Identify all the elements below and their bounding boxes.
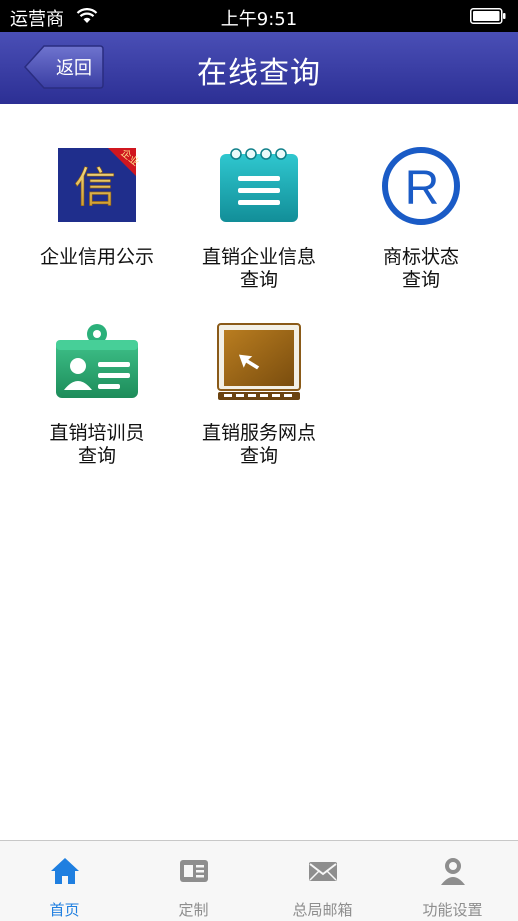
status-bar: 运营商 上午9:51 (0, 0, 518, 32)
tab-label: 功能设置 (422, 901, 483, 919)
user-settings-icon (440, 858, 465, 885)
tab-mailbox[interactable]: 总局邮箱 (258, 841, 387, 921)
page-title: 在线查询 (197, 56, 321, 91)
credit-badge-icon: 企业 信 (58, 146, 142, 222)
grid-item-trademark[interactable]: R 商标状态 查询 (336, 146, 506, 292)
credit-glyph: 信 (74, 163, 116, 212)
id-badge-icon (56, 324, 138, 398)
home-icon (50, 858, 79, 884)
tab-bar: 首页 定制 总局邮箱 功能设置 (0, 840, 518, 921)
tab-label: 总局邮箱 (292, 901, 353, 919)
tab-label: 定制 (178, 901, 209, 919)
grid-item-label: 商标状态 查询 (382, 246, 459, 291)
clock: 上午9:51 (220, 9, 298, 30)
battery-icon (470, 8, 506, 24)
tab-settings[interactable]: 功能设置 (388, 841, 517, 921)
mail-icon (308, 862, 337, 881)
grid-item-enterprise-info[interactable]: 直销企业信息 查询 (174, 146, 344, 292)
registered-glyph: R (405, 162, 440, 215)
registered-mark-icon: R (382, 147, 460, 225)
grid-item-service-outlets[interactable]: 直销服务网点 查询 (174, 322, 344, 468)
grid-item-label: 直销服务网点 查询 (201, 422, 316, 467)
tab-home[interactable]: 首页 (0, 841, 129, 921)
grid-item-label: 直销企业信息 查询 (201, 246, 316, 291)
tab-label: 首页 (49, 901, 80, 919)
tab-custom[interactable]: 定制 (129, 841, 258, 921)
notepad-icon (220, 148, 298, 222)
grid-item-label: 直销培训员 查询 (49, 422, 145, 467)
grid-item-label: 企业信用公示 (39, 246, 154, 268)
monitor-cursor-icon (217, 323, 301, 400)
news-icon (179, 860, 208, 882)
nav-bar: 返回 在线查询 (0, 32, 518, 104)
grid-item-credit[interactable]: 企业 信 企业信用公示 (12, 146, 182, 269)
grid-item-trainer[interactable]: 直销培训员 查询 (12, 322, 182, 468)
